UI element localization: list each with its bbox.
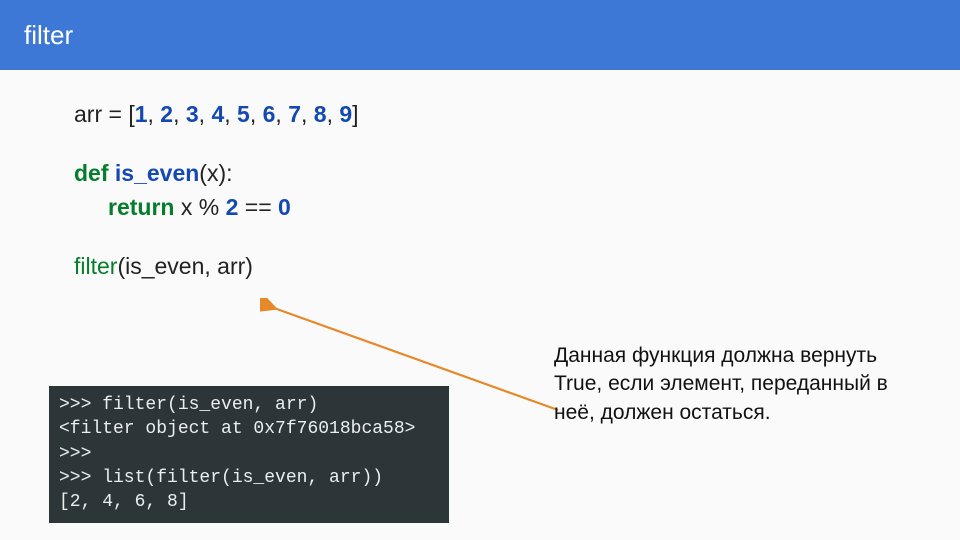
arr-num: 7 [288,101,301,127]
arr-num: 1 [135,101,148,127]
terminal-line: >>> list(filter(is_even, arr)) [59,466,439,490]
arr-lead: arr = [ [74,101,135,127]
def-tail: (x): [199,160,232,186]
code-line-def: def is_even(x): [74,157,910,190]
slide-content: arr = [1, 2, 3, 4, 5, 6, 7, 8, 9] def is… [0,70,960,540]
mod-num: 2 [226,194,239,220]
terminal-line: >>> filter(is_even, arr) [59,393,439,417]
slide-header: filter [0,0,960,70]
return-mid-a: x % [174,194,225,220]
arr-num: 6 [263,101,276,127]
terminal-line: <filter object at 0x7f76018bca58> [59,417,439,441]
function-name: is_even [115,160,199,186]
terminal-output: >>> filter(is_even, arr) <filter object … [49,386,449,523]
code-line-arr: arr = [1, 2, 3, 4, 5, 6, 7, 8, 9] [74,98,910,131]
def-keyword: def [74,160,115,186]
arr-tail: ] [352,101,358,127]
code-block: arr = [1, 2, 3, 4, 5, 6, 7, 8, 9] def is… [74,98,910,283]
return-mid-b: == [238,194,278,220]
slide-title: filter [24,20,73,51]
arr-num: 2 [160,101,173,127]
code-line-call: filter(is_even, arr) [74,250,910,283]
terminal-line: >>> [59,442,439,466]
arr-num: 4 [211,101,224,127]
annotation-note: Данная функция должна вернуть True, если… [554,342,904,427]
zero-num: 0 [278,194,291,220]
arr-num: 9 [339,101,352,127]
code-line-return: return x % 2 == 0 [74,191,910,224]
terminal-line: [2, 4, 6, 8] [59,490,439,514]
call-tail: (is_even, arr) [117,253,252,279]
return-keyword: return [108,194,174,220]
arr-num: 3 [186,101,199,127]
call-name: filter [74,253,117,279]
arr-num: 8 [314,101,327,127]
arr-num: 5 [237,101,250,127]
